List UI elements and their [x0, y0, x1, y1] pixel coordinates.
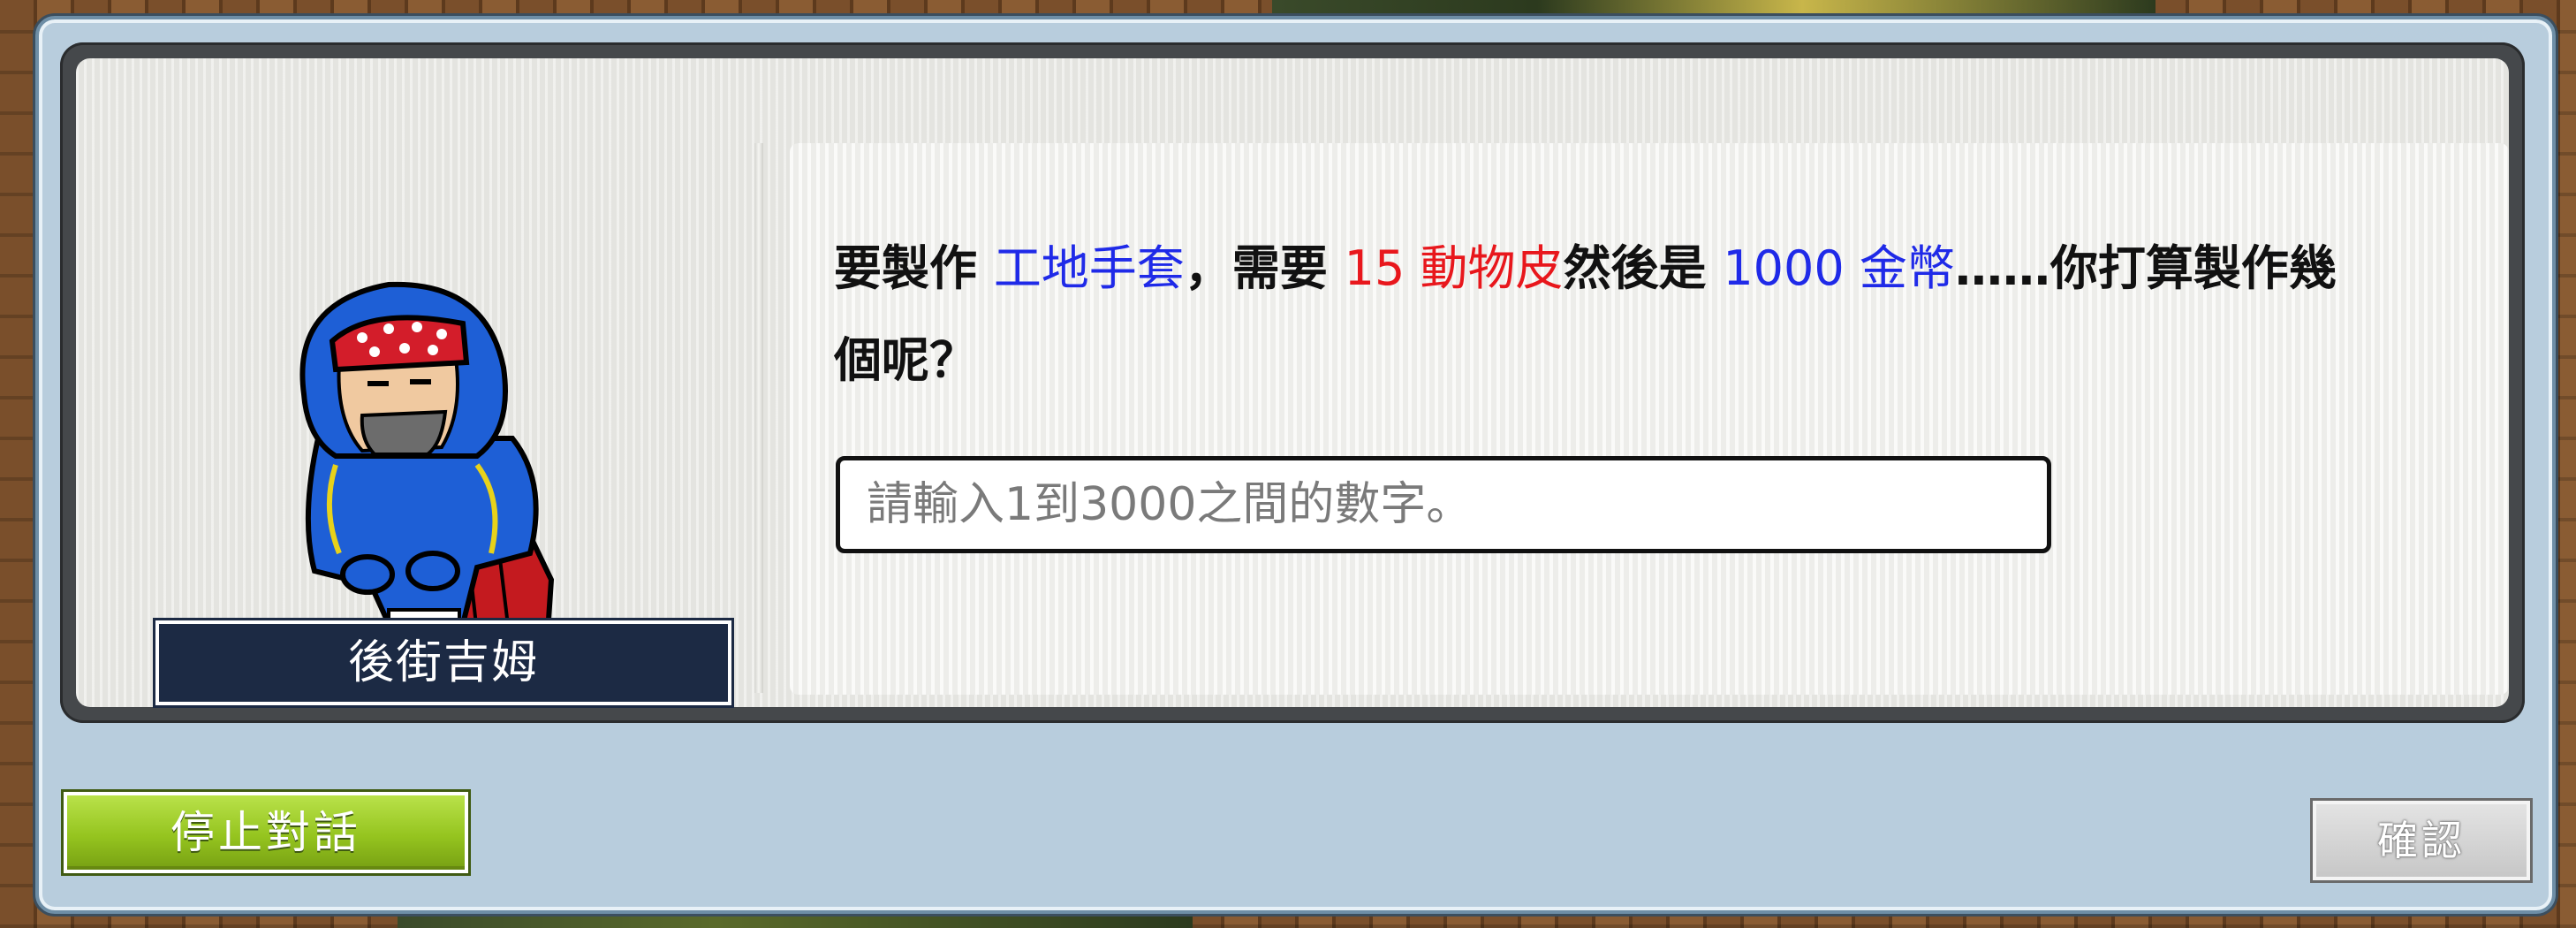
dialog-message: 要製作 工地手套，需要 15 動物皮然後是 1000 金幣……你打算製作幾個呢？	[834, 223, 2353, 407]
dialog-content-panel: 後街吉姆 要製作 工地手套，需要 15 動物皮然後是 1000 金幣……你打算製…	[76, 58, 2509, 707]
item-name-highlight: 工地手套	[993, 240, 1185, 296]
quantity-input[interactable]	[836, 456, 2051, 553]
material-requirement-highlight: 15 動物皮	[1344, 240, 1564, 296]
stop-conversation-button[interactable]: 停止對話	[64, 792, 468, 873]
gold-cost-highlight: 1000 金幣	[1723, 240, 1955, 296]
panel-divider	[754, 143, 763, 693]
message-segment: ，需要	[1184, 240, 1345, 296]
npc-name-plate: 後街吉姆	[155, 620, 731, 705]
hooded-thief-npc-icon	[299, 281, 555, 633]
dialog-text-area: 要製作 工地手套，需要 15 動物皮然後是 1000 金幣……你打算製作幾個呢？	[790, 143, 2509, 695]
npc-dialog-window: 後街吉姆 要製作 工地手套，需要 15 動物皮然後是 1000 金幣……你打算製…	[35, 16, 2556, 914]
confirm-button[interactable]: 確認	[2313, 801, 2530, 880]
dialog-button-bar: 停止對話 確認	[39, 737, 2552, 910]
message-segment: 然後是	[1563, 240, 1724, 296]
message-segment: 要製作	[834, 240, 994, 296]
npc-portrait-area: 後街吉姆	[99, 85, 735, 705]
dialog-inner-frame: 後街吉姆 要製作 工地手套，需要 15 動物皮然後是 1000 金幣……你打算製…	[60, 42, 2525, 723]
